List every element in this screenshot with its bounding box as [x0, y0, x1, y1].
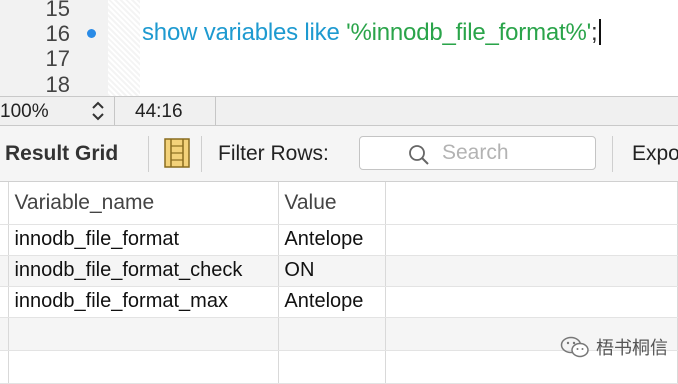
column-header-value[interactable]: Value [278, 182, 387, 225]
result-toolbar: Result Grid Filter Rows: Expo [0, 126, 678, 182]
table-row[interactable]: innodb_file_format_check ON [0, 255, 678, 287]
cell-filler [385, 224, 678, 256]
editor-status-bar: 100% 44:16 [0, 96, 678, 126]
code-line[interactable]: show variables like '%innodb_file_format… [142, 19, 602, 47]
row-header-cell [0, 317, 10, 351]
table-row[interactable]: innodb_file_format_max Antelope [0, 286, 678, 318]
cell-value[interactable]: Antelope [278, 286, 387, 318]
cell-filler [385, 286, 678, 318]
filter-search-field[interactable] [359, 136, 596, 170]
zoom-stepper-icon[interactable] [89, 99, 107, 123]
search-input[interactable] [442, 141, 590, 165]
wechat-logo-icon [560, 336, 589, 358]
grid-view-icon[interactable] [164, 138, 190, 168]
row-header-cell[interactable] [0, 224, 10, 256]
toolbar-divider [201, 136, 202, 172]
sql-editor[interactable]: 15 16 17 18 show variables like '%innodb… [0, 0, 678, 96]
watermark-text: 梧书桐信 [596, 338, 668, 359]
breakpoint-dot-icon[interactable] [87, 29, 96, 38]
sql-keywords: show variables like [142, 19, 347, 46]
empty-cell [8, 317, 280, 351]
line-number: 18 [45, 72, 70, 96]
status-divider [215, 97, 216, 125]
row-header-cell[interactable] [0, 286, 10, 318]
cell-variable-name[interactable]: innodb_file_format_max [8, 286, 280, 318]
row-header-cell [0, 350, 10, 384]
line-number: 16 [45, 21, 70, 46]
sql-string: '%innodb_file_format%' [346, 19, 591, 46]
cell-value[interactable]: Antelope [278, 224, 387, 256]
status-divider [114, 97, 115, 125]
row-header-cell[interactable] [0, 255, 10, 287]
empty-cell [8, 350, 280, 384]
cursor-position: 44:16 [135, 101, 183, 122]
column-header-filler [385, 182, 678, 225]
empty-cell [278, 317, 387, 351]
column-header-variable-name[interactable]: Variable_name [8, 182, 280, 225]
cell-filler [385, 255, 678, 287]
export-button[interactable]: Expo [632, 142, 678, 166]
cell-variable-name[interactable]: innodb_file_format_check [8, 255, 280, 287]
empty-cell [278, 350, 387, 384]
result-grid-tab[interactable]: Result Grid [5, 142, 118, 166]
fold-column [108, 0, 140, 96]
row-header-cell [0, 182, 10, 225]
cell-value[interactable]: ON [278, 255, 387, 287]
table-header-row: Variable_name Value [0, 182, 678, 225]
zoom-level: 100% [0, 101, 49, 122]
sql-terminator: ; [591, 19, 598, 46]
toolbar-divider [148, 136, 149, 172]
cell-variable-name[interactable]: innodb_file_format [8, 224, 280, 256]
line-number-gutter: 15 16 17 18 [0, 0, 108, 96]
text-caret [599, 19, 602, 45]
search-icon [409, 145, 429, 165]
line-number: 15 [45, 0, 70, 21]
table-row[interactable]: innodb_file_format Antelope [0, 224, 678, 256]
watermark: 梧书桐信 [560, 334, 668, 360]
toolbar-divider [612, 136, 613, 172]
line-number: 17 [45, 46, 70, 71]
filter-rows-label: Filter Rows: [218, 142, 329, 165]
